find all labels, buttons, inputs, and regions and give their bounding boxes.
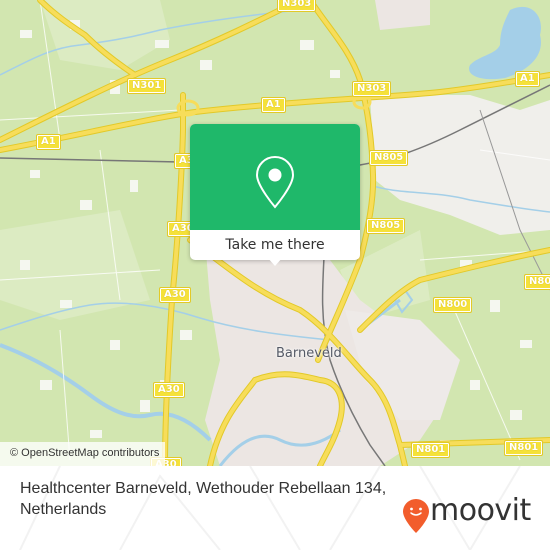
road-shield-n801: N801 — [410, 442, 451, 458]
road-shield-a1: A1 — [515, 71, 540, 87]
moovit-wordmark: moovit — [430, 493, 531, 528]
road-shield-n800: N800 — [432, 297, 473, 313]
road-shield-a30: A30 — [159, 287, 191, 303]
road-shield-n805: N805 — [365, 218, 406, 234]
destination-address: Healthcenter Barneveld, Wethouder Rebell… — [20, 480, 387, 518]
road-shield-a1: A1 — [261, 97, 286, 113]
popup-pointer — [267, 257, 283, 266]
moovit-pin-icon — [403, 499, 429, 533]
road-shield-n801: N801 — [503, 440, 544, 456]
location-pin-icon — [255, 155, 295, 209]
city-label: Barneveld — [276, 346, 342, 361]
take-me-there-button[interactable]: Take me there — [190, 230, 360, 260]
road-shield-n800: N800 — [523, 274, 550, 290]
map-attribution[interactable]: © OpenStreetMap contributors — [0, 442, 166, 466]
road-shield-a1: A1 — [36, 134, 61, 150]
road-shield-a30: A30 — [153, 382, 185, 398]
popup-header[interactable] — [190, 124, 360, 230]
map[interactable]: N303 N301 A1 A1 N303 A1 A30 N805 A30 N80… — [0, 0, 550, 466]
road-shield-n303: N303 — [351, 81, 392, 97]
road-shield-n805: N805 — [368, 150, 409, 166]
road-shield-n301: N301 — [126, 78, 167, 94]
moovit-logo[interactable]: moovit — [400, 493, 540, 535]
road-shield-n303: N303 — [276, 0, 317, 12]
destination-popup: Take me there — [190, 124, 360, 266]
